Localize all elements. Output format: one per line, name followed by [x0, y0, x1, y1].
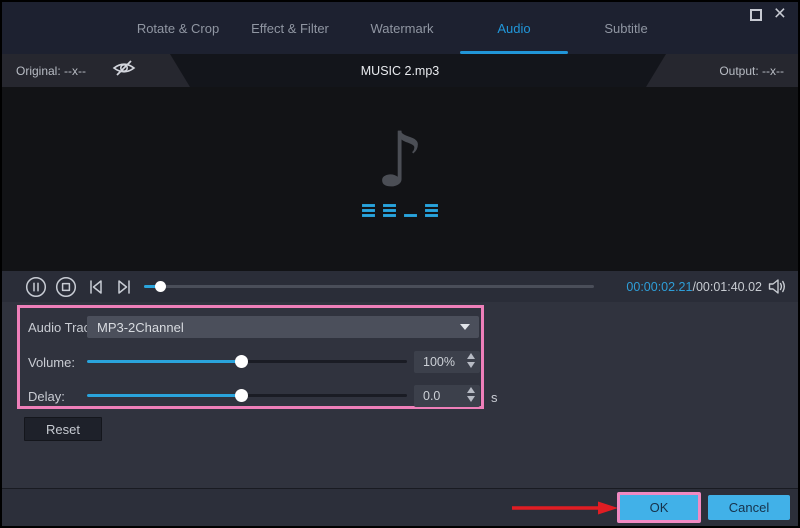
player-controls: 00:00:02.21/00:01:40.02: [2, 271, 798, 302]
delay-label: Delay:: [28, 388, 65, 404]
spin-up-icon[interactable]: [467, 353, 475, 359]
tab-bar: Rotate & Crop Effect & Filter Watermark …: [122, 2, 682, 54]
cancel-button[interactable]: Cancel: [708, 495, 790, 520]
delay-row: Delay: 0.0: [20, 385, 481, 407]
speaker-icon[interactable]: [768, 278, 788, 300]
skip-next-button[interactable]: [114, 278, 135, 296]
highlighted-settings-panel: Audio Track: MP3-2Channel Volume: 100% D…: [17, 305, 484, 409]
original-label: Original: --x--: [16, 63, 87, 78]
time-display: 00:00:02.21/00:01:40.02: [626, 271, 762, 302]
spinner-arrows: [467, 387, 475, 402]
maximize-icon[interactable]: [749, 9, 762, 21]
tab-label: Effect & Filter: [251, 20, 329, 36]
spin-down-icon[interactable]: [467, 362, 475, 368]
titlebar: Rotate & Crop Effect & Filter Watermark …: [2, 2, 798, 54]
tab-audio[interactable]: Audio: [458, 2, 570, 54]
volume-row: Volume: 100%: [20, 351, 481, 373]
tab-label: Audio: [497, 20, 531, 36]
stop-button[interactable]: [55, 276, 77, 298]
original-tab: Original: --x--: [2, 54, 190, 87]
close-icon[interactable]: ×: [772, 3, 788, 24]
volume-label: Volume:: [28, 354, 75, 370]
file-info-bar: MUSIC 2.mp3 Original: --x-- Output: --x-…: [2, 54, 798, 87]
spin-up-icon[interactable]: [467, 387, 475, 393]
ok-button[interactable]: OK: [617, 492, 701, 523]
audio-track-row: Audio Track: MP3-2Channel: [20, 316, 481, 338]
audio-track-dropdown[interactable]: MP3-2Channel: [87, 316, 479, 338]
tab-label: Watermark: [370, 20, 434, 36]
skip-previous-button[interactable]: [85, 278, 106, 296]
footer-bar: OK Cancel: [2, 488, 798, 526]
audio-settings-window: Rotate & Crop Effect & Filter Watermark …: [0, 0, 800, 528]
volume-slider[interactable]: [87, 355, 407, 368]
reset-button[interactable]: Reset: [24, 417, 102, 441]
current-time: 00:00:02.21: [626, 279, 693, 294]
red-arrow-annotation: [510, 500, 620, 521]
tab-rotate-crop[interactable]: Rotate & Crop: [122, 2, 234, 54]
tab-effect-filter[interactable]: Effect & Filter: [234, 2, 346, 54]
volume-slider-thumb[interactable]: [234, 355, 248, 368]
total-time: 00:01:40.02: [695, 279, 762, 294]
volume-slider-fill: [87, 360, 241, 363]
pause-button[interactable]: [25, 276, 47, 298]
spinner-arrows: [467, 353, 475, 368]
tab-subtitle[interactable]: Subtitle: [570, 2, 682, 54]
delay-spinbox[interactable]: 0.0: [414, 385, 480, 407]
window-inner: Rotate & Crop Effect & Filter Watermark …: [2, 2, 798, 526]
volume-value: 100%: [423, 355, 455, 369]
tab-watermark[interactable]: Watermark: [346, 2, 458, 54]
volume-spinbox[interactable]: 100%: [414, 351, 480, 373]
equalizer-bars-icon: [362, 203, 438, 217]
output-tab: Output: --x--: [646, 54, 798, 87]
output-label: Output: --x--: [719, 63, 784, 78]
delay-slider-fill: [87, 394, 241, 397]
eq-group: [362, 204, 375, 217]
tab-label: Rotate & Crop: [136, 20, 220, 36]
delay-slider-thumb[interactable]: [234, 389, 248, 402]
eq-group: [404, 214, 417, 217]
audio-settings-section: Audio Track: MP3-2Channel Volume: 100% D…: [2, 302, 798, 488]
spin-down-icon[interactable]: [467, 396, 475, 402]
tab-label: Subtitle: [604, 20, 648, 36]
seek-slider[interactable]: [144, 281, 594, 292]
audio-track-value: MP3-2Channel: [97, 319, 184, 335]
preview-area: ♪: [2, 87, 798, 271]
eq-group: [425, 204, 438, 217]
delay-unit: s: [491, 390, 498, 405]
delay-value: 0.0: [423, 389, 441, 403]
eq-group: [383, 204, 396, 217]
eye-slash-icon[interactable]: [112, 59, 136, 82]
window-controls: ×: [749, 3, 788, 24]
chevron-down-icon: [460, 324, 470, 330]
delay-slider[interactable]: [87, 389, 407, 402]
seek-slider-thumb[interactable]: [154, 281, 166, 292]
music-note-icon: ♪: [375, 115, 425, 204]
